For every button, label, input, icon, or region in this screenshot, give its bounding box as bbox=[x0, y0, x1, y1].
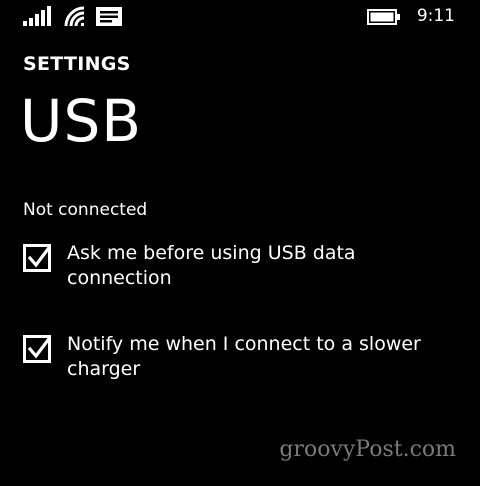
ask-before-usb-data-checkbox[interactable] bbox=[23, 244, 51, 272]
message-icon bbox=[96, 7, 122, 26]
page-title: USB bbox=[20, 87, 143, 155]
status-bar: 9:11 bbox=[0, 0, 480, 36]
checkmark-icon bbox=[27, 247, 49, 268]
connection-status: Not connected bbox=[23, 200, 148, 220]
notify-slower-charger-checkbox[interactable] bbox=[23, 335, 51, 363]
section-label: SETTINGS bbox=[23, 53, 131, 75]
checkmark-icon bbox=[27, 338, 49, 359]
wifi-icon bbox=[64, 6, 85, 26]
ask-before-usb-data-label: Ask me before using USB data connection bbox=[67, 242, 356, 289]
signal-strength-icon bbox=[23, 6, 51, 26]
battery-icon bbox=[367, 9, 400, 25]
status-clock: 9:11 bbox=[416, 6, 455, 26]
notify-slower-charger-label: Notify me when I connect to a slower cha… bbox=[67, 333, 421, 380]
watermark: groovyPost.com bbox=[279, 437, 456, 462]
